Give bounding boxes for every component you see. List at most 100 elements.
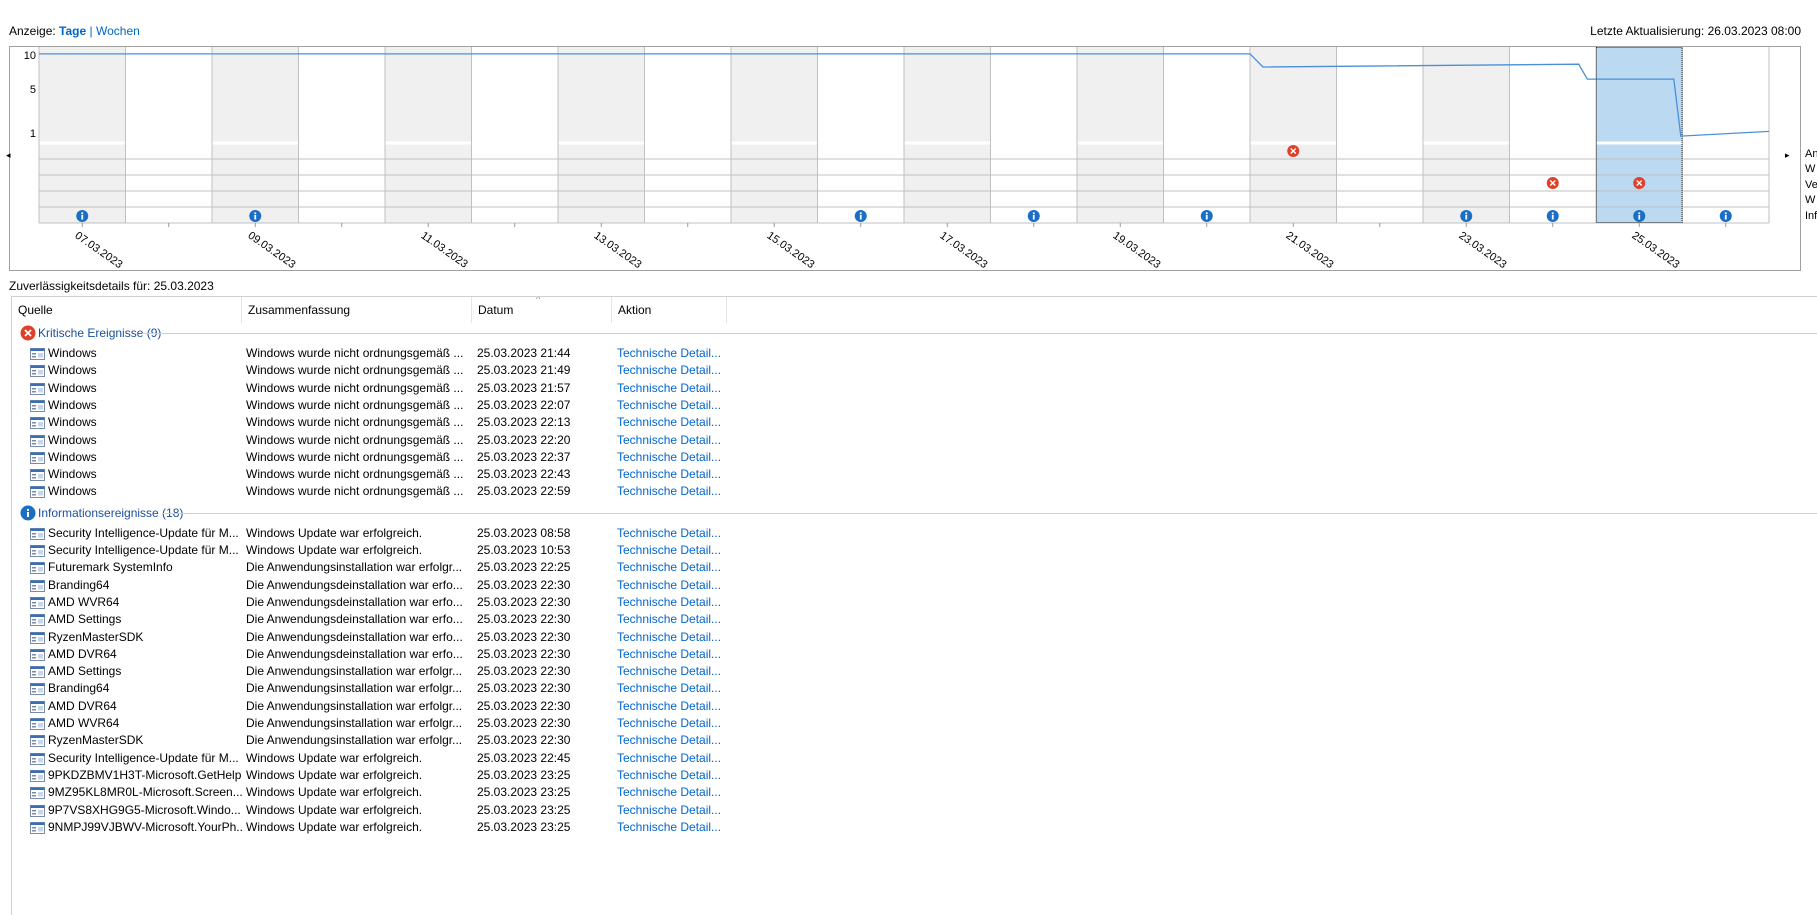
- day-column[interactable]: [385, 47, 472, 223]
- scroll-right-arrow-icon[interactable]: ▸: [1785, 150, 1790, 161]
- date-cell: 25.03.2023 23:25: [477, 802, 571, 817]
- technical-details-link[interactable]: Technische Detail...: [617, 699, 737, 713]
- day-column[interactable]: [471, 47, 559, 223]
- information-event-marker-icon[interactable]: [854, 210, 867, 222]
- day-column[interactable]: [1250, 47, 1337, 223]
- group-header[interactable]: Informationsereignisse (18): [12, 503, 1817, 523]
- technical-details-link[interactable]: Technische Detail...: [617, 751, 737, 765]
- day-column[interactable]: [39, 47, 126, 223]
- day-column[interactable]: [904, 47, 991, 223]
- technical-details-link[interactable]: Technische Detail...: [617, 415, 737, 429]
- day-column[interactable]: [1163, 47, 1251, 223]
- information-event-marker-icon[interactable]: [1546, 210, 1559, 222]
- technical-details-link[interactable]: Technische Detail...: [617, 664, 737, 678]
- event-source-icon: [30, 821, 45, 834]
- day-column[interactable]: [1423, 47, 1510, 223]
- chart-row-label: An: [1805, 148, 1817, 160]
- technical-details-link[interactable]: Technische Detail...: [617, 768, 737, 782]
- table-row[interactable]: 9NMPJ99VJBWV-Microsoft.YourPh... Windows …: [12, 817, 1817, 837]
- critical-event-marker-icon[interactable]: [1546, 177, 1559, 189]
- day-column[interactable]: [1509, 47, 1597, 223]
- technical-details-link[interactable]: Technische Detail...: [617, 433, 737, 447]
- column-header-date[interactable]: Datum: [472, 297, 612, 323]
- date-cell: 25.03.2023 22:30: [477, 629, 571, 644]
- information-event-marker-icon[interactable]: [1633, 210, 1646, 222]
- chart-row-label: Ve: [1805, 178, 1817, 191]
- day-column[interactable]: [212, 47, 299, 223]
- technical-details-link[interactable]: Technische Detail...: [617, 733, 737, 747]
- information-event-marker-icon[interactable]: [1719, 210, 1732, 222]
- source-cell: 9NMPJ99VJBWV-Microsoft.YourPh...: [48, 819, 244, 834]
- technical-details-link[interactable]: Technische Detail...: [617, 526, 737, 540]
- technical-details-link[interactable]: Technische Detail...: [617, 681, 737, 695]
- day-column[interactable]: [1336, 47, 1424, 223]
- technical-details-link[interactable]: Technische Detail...: [617, 630, 737, 644]
- view-weeks-link[interactable]: Wochen: [96, 24, 140, 38]
- day-column[interactable]: [125, 47, 213, 223]
- day-column[interactable]: [1077, 47, 1164, 223]
- critical-event-marker-icon[interactable]: [1633, 177, 1646, 189]
- technical-details-link[interactable]: Technische Detail...: [617, 803, 737, 817]
- column-header-summary[interactable]: Zusammenfassung: [242, 297, 472, 323]
- information-event-marker-icon[interactable]: [76, 210, 89, 222]
- source-cell: 9MZ95KL8MR0L-Microsoft.Screen...: [48, 785, 243, 800]
- day-column[interactable]: [558, 47, 645, 223]
- technical-details-link[interactable]: Technische Detail...: [617, 450, 737, 464]
- source-cell: Security Intelligence-Update für M...: [48, 750, 239, 765]
- technical-details-link[interactable]: Technische Detail...: [617, 716, 737, 730]
- source-cell: Windows: [48, 449, 97, 464]
- event-source-icon: [30, 804, 45, 817]
- reliability-chart-svg[interactable]: 10 5 1 07.03.2023 09.03.2023 11.03.2023 13.03.…: [10, 47, 1801, 271]
- technical-details-link[interactable]: Technische Detail...: [617, 363, 737, 377]
- day-column[interactable]: [731, 47, 818, 223]
- date-cell: 25.03.2023 21:57: [477, 380, 571, 395]
- day-column[interactable]: [817, 47, 905, 223]
- technical-details-link[interactable]: Technische Detail...: [617, 612, 737, 626]
- date-cell: 25.03.2023 22:30: [477, 716, 571, 730]
- day-column[interactable]: [1596, 47, 1683, 223]
- date-cell: 25.03.2023 22:43: [477, 467, 571, 482]
- technical-details-link[interactable]: Technische Detail...: [617, 467, 737, 481]
- column-header-source[interactable]: Quelle: [12, 297, 242, 323]
- group-header[interactable]: Kritische Ereignisse (9): [12, 323, 1817, 343]
- technical-details-link[interactable]: Technische Detail...: [617, 543, 737, 557]
- table-row[interactable]: Windows Windows wurde nicht ordnungsgemäß…: [12, 481, 1817, 501]
- technical-details-link[interactable]: Technische Detail...: [617, 578, 737, 592]
- scroll-left-arrow-icon[interactable]: ◂: [6, 150, 11, 161]
- reliability-chart[interactable]: 10 5 1 07.03.2023 09.03.2023 11.03.2023 13.03.…: [9, 46, 1801, 271]
- date-cell: 25.03.2023 22:37: [477, 449, 571, 464]
- technical-details-link[interactable]: Technische Detail...: [617, 398, 737, 412]
- information-event-marker-icon[interactable]: [1027, 210, 1040, 222]
- view-separator: |: [89, 24, 93, 38]
- technical-details-link[interactable]: Technische Detail...: [617, 346, 737, 360]
- event-source-icon: [30, 666, 45, 679]
- technical-details-link[interactable]: Technische Detail...: [617, 820, 737, 834]
- date-axis-label: 07.03.2023: [73, 230, 125, 271]
- summary-cell: Windows Update war erfolgreich.: [246, 819, 423, 834]
- information-event-marker-icon[interactable]: [249, 210, 262, 222]
- day-column[interactable]: [644, 47, 732, 223]
- day-column[interactable]: [990, 47, 1078, 223]
- event-source-icon: [30, 434, 45, 447]
- event-source-icon: [30, 700, 45, 713]
- summary-cell: Windows wurde nicht ordnungsgemäß ...: [246, 346, 464, 360]
- source-cell: 9P7VS8XHG9G5-Microsoft.Windo...: [48, 802, 241, 817]
- technical-details-link[interactable]: Technische Detail...: [617, 647, 737, 661]
- view-days-link[interactable]: Tage: [59, 24, 86, 38]
- technical-details-link[interactable]: Technische Detail...: [617, 785, 737, 799]
- view-selector: Anzeige: Tage | Wochen: [9, 24, 140, 38]
- date-cell: 25.03.2023 22:45: [477, 750, 571, 765]
- y-axis-tick-label: 10: [24, 50, 36, 62]
- technical-details-link[interactable]: Technische Detail...: [617, 381, 737, 395]
- information-event-marker-icon[interactable]: [1200, 210, 1213, 222]
- event-source-icon: [30, 417, 45, 430]
- information-event-marker-icon[interactable]: [1460, 210, 1473, 222]
- technical-details-link[interactable]: Technische Detail...: [617, 484, 737, 498]
- technical-details-link[interactable]: Technische Detail...: [617, 595, 737, 609]
- critical-event-marker-icon[interactable]: [1287, 145, 1300, 157]
- technical-details-link[interactable]: Technische Detail...: [617, 560, 737, 574]
- event-source-icon: [30, 718, 45, 730]
- column-header-action[interactable]: Aktion: [612, 297, 727, 323]
- day-column[interactable]: [298, 47, 386, 223]
- date-axis-label: 09.03.2023: [246, 230, 298, 271]
